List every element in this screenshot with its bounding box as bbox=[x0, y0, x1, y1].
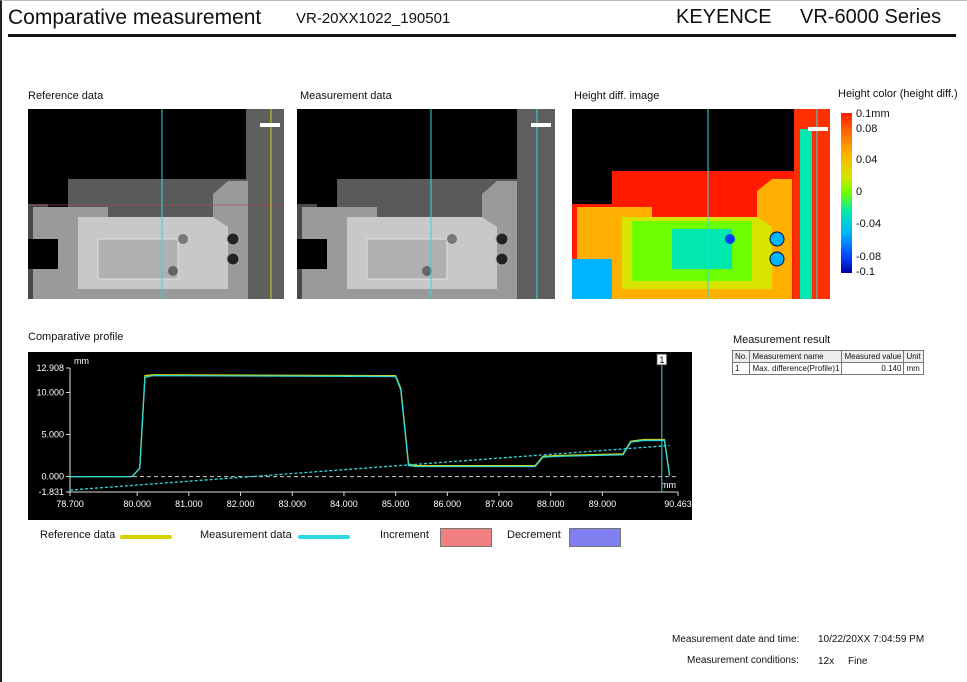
y-tick-label: 10.000 bbox=[36, 387, 64, 397]
conditions-label: Measurement conditions: bbox=[687, 655, 799, 666]
color-tick: -0.08 bbox=[856, 251, 882, 263]
series-line bbox=[69, 444, 670, 491]
y-tick-label: 5.000 bbox=[41, 430, 64, 440]
x-unit-label: mm bbox=[661, 480, 676, 490]
marker-label: 1 bbox=[659, 355, 664, 365]
result-cell-unit: mm bbox=[903, 362, 924, 375]
result-header-no: No. bbox=[731, 350, 751, 363]
legend-reference-label: Reference data bbox=[40, 529, 116, 541]
y-tick-label: -1.831 bbox=[38, 487, 64, 497]
legend-increment-label: Increment bbox=[380, 529, 429, 541]
color-tick: 0.04 bbox=[856, 154, 878, 166]
date-value: 10/22/20XX 7:04:59 PM bbox=[818, 634, 925, 645]
result-cell-no: 1 bbox=[731, 362, 751, 375]
x-tick-label: 86.000 bbox=[434, 499, 462, 509]
profile-label: Comparative profile bbox=[28, 331, 124, 343]
color-tick: 0 bbox=[856, 186, 863, 198]
x-tick-label: 81.000 bbox=[175, 499, 203, 509]
result-header-row: No. Measurement name Measured value Unit bbox=[731, 350, 924, 363]
color-tick: 0.08 bbox=[856, 123, 878, 135]
measurement-label: Measurement data bbox=[300, 90, 392, 102]
series-line bbox=[70, 374, 671, 478]
result-cell-value: 0.140 bbox=[841, 362, 905, 375]
profile-chart: 12.908 10.000 5.000 0.000 -1.831 78.700 80.000… bbox=[28, 352, 692, 520]
brand-name: KEYENCE bbox=[676, 6, 772, 28]
height-diff-image bbox=[572, 109, 830, 299]
result-header-name: Measurement name bbox=[749, 350, 843, 363]
result-label: Measurement result bbox=[733, 334, 831, 346]
conditions-magnification: 12x bbox=[818, 656, 835, 667]
legend-reference-swatch bbox=[120, 535, 172, 539]
x-tick-label: 82.000 bbox=[227, 499, 255, 509]
x-tick-label: 84.000 bbox=[330, 499, 358, 509]
color-tick: -0.04 bbox=[856, 218, 882, 230]
measurement-image bbox=[297, 109, 555, 299]
legend-increment-swatch bbox=[440, 528, 492, 547]
x-tick-label: 89.000 bbox=[589, 499, 617, 509]
x-tick-label: 90.463 bbox=[664, 499, 692, 509]
color-tick: -0.1 bbox=[856, 266, 875, 278]
legend-measurement-swatch bbox=[298, 535, 350, 539]
page-title: Comparative measurement bbox=[8, 6, 262, 29]
header-rule bbox=[8, 34, 956, 37]
height-diff-label: Height diff. image bbox=[574, 90, 660, 102]
reference-label: Reference data bbox=[28, 90, 104, 102]
x-tick-label: 78.700 bbox=[56, 499, 84, 509]
legend-decrement-swatch bbox=[569, 528, 621, 547]
date-label: Measurement date and time: bbox=[672, 634, 800, 645]
conditions-mode: Fine bbox=[848, 656, 868, 667]
x-tick-label: 85.000 bbox=[382, 499, 410, 509]
result-cell-name: Max. difference(Profile)1 bbox=[749, 362, 843, 375]
legend-measurement-label: Measurement data bbox=[200, 529, 292, 541]
table-row: 1 Max. difference(Profile)1 0.140 mm bbox=[731, 362, 924, 375]
color-tick: 0.1mm bbox=[856, 108, 890, 120]
y-tick-label: 12.908 bbox=[36, 363, 64, 373]
color-scale-label: Height color (height diff.) bbox=[838, 88, 958, 100]
y-tick-label: 0.000 bbox=[41, 472, 64, 482]
x-tick-label: 80.000 bbox=[123, 499, 151, 509]
y-unit-label: mm bbox=[74, 356, 89, 366]
x-tick-label: 83.000 bbox=[278, 499, 306, 509]
reference-image bbox=[28, 109, 284, 299]
result-header-value: Measured value bbox=[841, 350, 905, 363]
result-table: No. Measurement name Measured value Unit… bbox=[731, 350, 924, 375]
legend-decrement-label: Decrement bbox=[507, 529, 561, 541]
x-tick-label: 87.000 bbox=[485, 499, 513, 509]
series-name: VR-6000 Series bbox=[800, 6, 942, 28]
color-scale-bar bbox=[841, 113, 852, 273]
x-tick-label: 88.000 bbox=[537, 499, 565, 509]
result-header-unit: Unit bbox=[903, 350, 924, 363]
file-id: VR-20XX1022_190501 bbox=[296, 10, 451, 27]
series-line bbox=[70, 374, 671, 478]
